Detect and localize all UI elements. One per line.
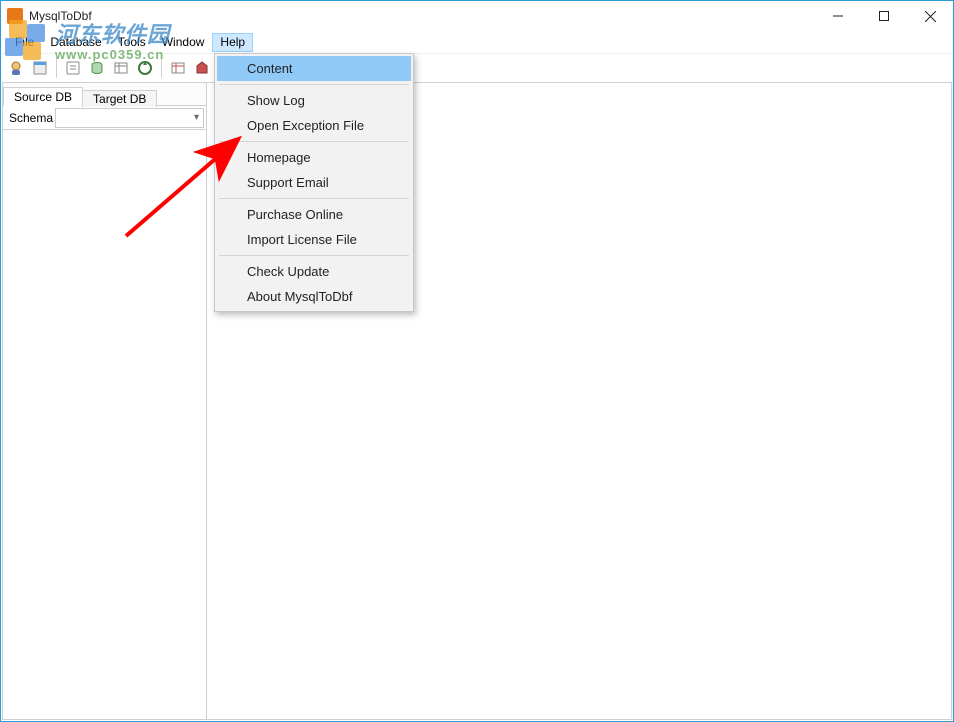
menu-separator: [219, 141, 409, 142]
app-title: MysqlToDbf: [29, 9, 92, 23]
toolbar: [1, 53, 953, 81]
menu-separator: [219, 84, 409, 85]
menu-separator: [219, 255, 409, 256]
help-menu-item-support-email[interactable]: Support Email: [217, 170, 411, 195]
schema-label: Schema: [3, 111, 55, 125]
client-area: Source DB Target DB Schema ▾: [2, 82, 952, 720]
menu-item-tools[interactable]: Tools: [110, 33, 154, 52]
left-pane: Source DB Target DB Schema ▾: [2, 82, 207, 720]
toolbar-btn-6[interactable]: [134, 57, 156, 79]
toolbar-btn-4[interactable]: [86, 57, 108, 79]
help-menu-item-import-license-file[interactable]: Import License File: [217, 227, 411, 252]
tabs-container: Source DB Target DB: [3, 83, 206, 105]
schema-select[interactable]: ▾: [55, 108, 204, 128]
schema-row: Schema ▾: [3, 105, 206, 129]
help-menu-popup: Content Show LogOpen Exception File Homepa…: [214, 53, 414, 312]
help-menu-item-open-exception-file[interactable]: Open Exception File: [217, 113, 411, 138]
tab-source-db[interactable]: Source DB: [3, 87, 83, 106]
menu-item-database[interactable]: Database: [42, 33, 109, 52]
toolbar-btn-1[interactable]: [5, 57, 27, 79]
toolbar-separator: [56, 58, 57, 78]
chevron-down-icon: ▾: [194, 112, 199, 123]
toolbar-btn-5[interactable]: [110, 57, 132, 79]
toolbar-btn-7[interactable]: [167, 57, 189, 79]
menu-separator: [219, 198, 409, 199]
app-icon: [7, 8, 23, 24]
help-menu-item-show-log[interactable]: Show Log: [217, 88, 411, 113]
help-menu-item-check-update[interactable]: Check Update: [217, 259, 411, 284]
maximize-button[interactable]: [861, 1, 907, 31]
tab-target-db[interactable]: Target DB: [82, 90, 157, 107]
help-menu-item-purchase-online[interactable]: Purchase Online: [217, 202, 411, 227]
toolbar-btn-3[interactable]: [62, 57, 84, 79]
title-bar: MysqlToDbf: [1, 1, 953, 31]
toolbar-separator-2: [161, 58, 162, 78]
menu-item-help[interactable]: Help: [212, 33, 253, 52]
menu-bar: File Database Tools Window Help: [1, 31, 953, 53]
help-menu-item-homepage[interactable]: Homepage: [217, 145, 411, 170]
app-window: MysqlToDbf File Database Tools Window He…: [0, 0, 954, 722]
menu-item-file[interactable]: File: [7, 33, 42, 52]
minimize-button[interactable]: [815, 1, 861, 31]
help-menu-item-content[interactable]: Content: [217, 56, 411, 81]
toolbar-btn-8[interactable]: [191, 57, 213, 79]
toolbar-btn-2[interactable]: [29, 57, 51, 79]
close-button[interactable]: [907, 1, 953, 31]
help-menu-item-about-mysqltodbf[interactable]: About MysqlToDbf: [217, 284, 411, 309]
menu-item-window[interactable]: Window: [154, 33, 213, 52]
tree-area[interactable]: [3, 129, 206, 719]
